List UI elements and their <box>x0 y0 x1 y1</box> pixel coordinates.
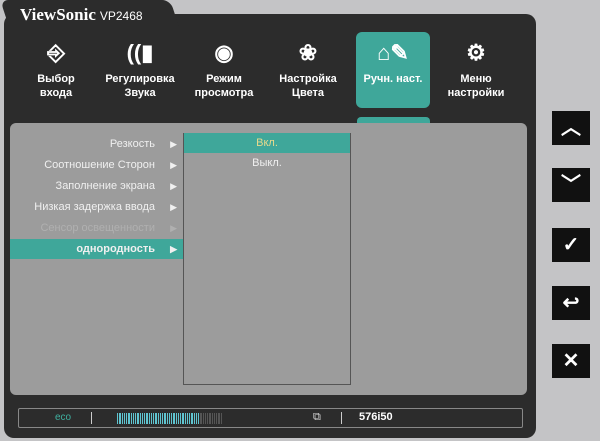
eco-segment <box>150 413 152 424</box>
return-icon: ↩ <box>562 292 580 314</box>
model-name: VP2468 <box>99 9 143 23</box>
brand-name: ViewSonic <box>20 5 96 24</box>
eco-segment <box>216 413 218 424</box>
arrow-right-icon: ▶ <box>170 244 177 254</box>
eco-level-bar <box>117 413 222 424</box>
item-sharpness[interactable]: Резкость ▶ <box>10 134 183 154</box>
eco-segment <box>164 413 166 424</box>
gear-icon: ⚙ <box>466 40 486 65</box>
item-aspect-ratio[interactable]: Соотношение Сторон ▶ <box>10 155 183 175</box>
eco-segment <box>119 413 121 424</box>
item-disabled: Сенсор освещенности ▶ <box>10 218 183 238</box>
eco-segment <box>191 413 193 424</box>
eco-segment <box>218 413 220 424</box>
option-on[interactable]: Вкл. <box>184 133 350 153</box>
eco-segment <box>146 413 148 424</box>
check-icon: ✓ <box>562 234 580 256</box>
confirm-button[interactable]: ✓ <box>552 228 590 262</box>
eco-segment <box>130 413 132 424</box>
eco-segment <box>137 413 139 424</box>
eco-segment <box>135 413 137 424</box>
item-overscan[interactable]: Заполнение экрана ▶ <box>10 176 183 196</box>
brand: ViewSonic VP2468 <box>20 5 143 25</box>
arrow-right-icon: ▶ <box>170 160 177 170</box>
eco-segment <box>155 413 157 424</box>
eco-segment <box>126 413 128 424</box>
color-icon: ❀ <box>298 40 318 65</box>
eco-segment <box>162 413 164 424</box>
menu-manual-adjust[interactable]: ⌂✎ Ручн. наст. <box>356 32 430 108</box>
eco-segment <box>184 413 186 424</box>
eco-segment <box>139 413 141 424</box>
down-button[interactable]: ﹀ <box>552 168 590 202</box>
item-uniformity[interactable]: однородность ▶ <box>10 239 183 259</box>
eco-segment <box>166 413 168 424</box>
eye-icon: ◉ <box>214 40 234 65</box>
eco-segment <box>173 413 175 424</box>
arrow-right-icon: ▶ <box>170 181 177 191</box>
eco-segment <box>153 413 155 424</box>
eco-segment <box>132 413 134 424</box>
eco-segment <box>141 413 143 424</box>
eco-label: eco <box>55 412 72 423</box>
eco-segment <box>123 413 125 424</box>
close-icon: ✕ <box>562 350 580 372</box>
eco-segment <box>198 413 200 424</box>
status-bar: eco ⧉ 576i50 <box>18 408 523 428</box>
menu-input-select[interactable]: ⎆ Выбор входа <box>19 32 93 108</box>
eco-segment <box>186 413 188 424</box>
eco-segment <box>128 413 130 424</box>
eco-segment <box>121 413 123 424</box>
eco-segment <box>204 413 206 424</box>
eco-segment <box>168 413 170 424</box>
eco-segment <box>200 413 202 424</box>
eco-segment <box>175 413 177 424</box>
input-icon: ⎆ <box>47 40 65 65</box>
menu-view-mode[interactable]: ◉ Режим просмотра <box>187 32 261 108</box>
eco-segment <box>182 413 184 424</box>
chevron-up-icon: ︿ <box>561 117 581 139</box>
back-button[interactable]: ↩ <box>552 286 590 320</box>
eco-segment <box>189 413 191 424</box>
close-button[interactable]: ✕ <box>552 344 590 378</box>
menu-color[interactable]: ❀ Настройка Цвета <box>271 32 345 108</box>
eco-segment <box>148 413 150 424</box>
up-button[interactable]: ︿ <box>552 111 590 145</box>
arrow-right-icon: ▶ <box>170 202 177 212</box>
eco-segment <box>207 413 209 424</box>
eco-segment <box>211 413 213 424</box>
eco-segment <box>195 413 197 424</box>
eco-segment <box>117 413 119 424</box>
eco-segment <box>220 413 222 424</box>
menu-setup[interactable]: ⚙ Меню настройки <box>439 32 513 108</box>
eco-segment <box>202 413 204 424</box>
eco-segment <box>157 413 159 424</box>
eco-segment <box>159 413 161 424</box>
eco-segment <box>209 413 211 424</box>
chevron-down-icon: ﹀ <box>561 174 581 196</box>
eco-segment <box>144 413 146 424</box>
eco-segment <box>177 413 179 424</box>
item-low-input-lag[interactable]: Низкая задержка ввода ▶ <box>10 197 183 217</box>
arrow-right-icon: ▶ <box>170 139 177 149</box>
input-source-icon: ⧉ <box>313 411 321 423</box>
options-list: Вкл. Выкл. <box>183 133 351 385</box>
eco-segment <box>171 413 173 424</box>
eco-segment <box>180 413 182 424</box>
eco-segment <box>213 413 215 424</box>
eco-segment <box>193 413 195 424</box>
audio-icon: ((▮ <box>126 40 154 65</box>
menu-audio[interactable]: ((▮ Регулировка Звука <box>103 32 177 108</box>
option-off[interactable]: Выкл. <box>184 153 350 173</box>
manual-adjust-icon: ⌂✎ <box>377 40 409 65</box>
resolution: 576i50 <box>359 411 393 423</box>
arrow-right-icon: ▶ <box>170 223 177 233</box>
